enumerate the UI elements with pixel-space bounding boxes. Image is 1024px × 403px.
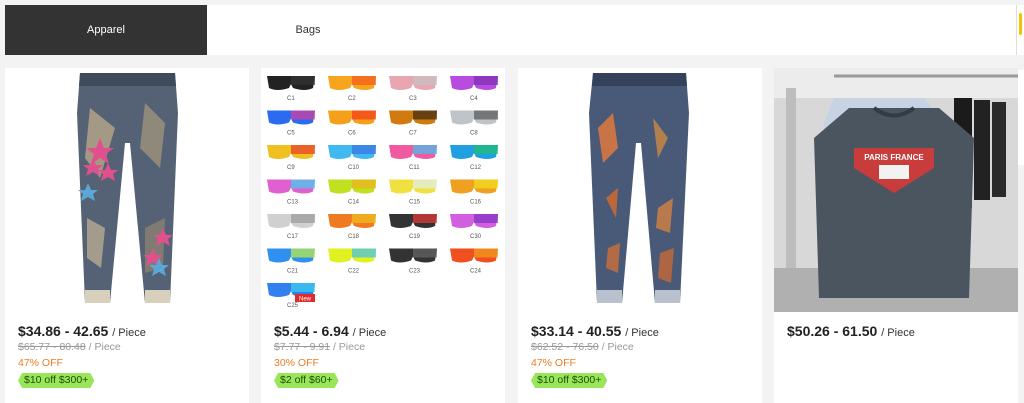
variant-label: C10 xyxy=(348,165,360,171)
variant-label: C14 xyxy=(348,200,360,206)
variant-label: C23 xyxy=(409,269,421,275)
product-card[interactable]: PARIS FRANCE $50.26 - 61.50 / Piece xyxy=(774,68,1018,403)
product-image[interactable]: C1 C2 C3 C4 C5 C6 C7 C8 C9 C10 C11 C12 C13 C14 C15 C16 C… xyxy=(261,68,505,312)
svg-text:New: New xyxy=(299,297,312,303)
product-image[interactable]: PARIS FRANCE xyxy=(774,68,1018,312)
product-image[interactable] xyxy=(5,68,249,312)
price-unit: / Piece xyxy=(112,327,146,339)
tab-bags-label: Bags xyxy=(295,24,321,36)
variant-label: C18 xyxy=(348,234,360,240)
variant-label: C8 xyxy=(470,131,478,137)
variant-label: C15 xyxy=(409,200,421,206)
variant-label: C11 xyxy=(409,165,420,171)
price-unit: / Piece xyxy=(352,327,387,339)
variant-label: C24 xyxy=(470,269,482,275)
category-tabs: Apparel Bags xyxy=(5,5,1024,55)
product-image[interactable] xyxy=(518,68,762,312)
original-price-range: $62.52 - 76.50 xyxy=(531,341,599,353)
original-price: $62.52 - 76.50 / Piece xyxy=(531,341,634,353)
original-price-range: $7.77 - 9.91 xyxy=(274,341,331,353)
variant-label: C16 xyxy=(470,200,482,206)
price-range: $33.14 - 40.55 xyxy=(531,323,622,339)
variant-label: C30 xyxy=(470,234,482,240)
discount-label: 47% OFF xyxy=(531,357,576,369)
product-price: $33.14 - 40.55 / Piece xyxy=(531,323,659,339)
tab-apparel[interactable]: Apparel xyxy=(5,5,207,55)
tab-apparel-label: Apparel xyxy=(87,24,125,36)
product-price: $5.44 - 6.94 / Piece xyxy=(274,323,386,339)
variant-label: C6 xyxy=(348,131,356,137)
original-price-unit: / Piece xyxy=(601,341,634,353)
print-text: PARIS FRANCE xyxy=(864,153,924,162)
coupon-badge[interactable]: $2 off $60+ xyxy=(274,373,339,388)
variant-label: C13 xyxy=(287,200,299,206)
discount-label: 30% OFF xyxy=(274,357,319,369)
price-range: $5.44 - 6.94 xyxy=(274,323,349,339)
variant-label: C2 xyxy=(348,96,356,102)
variant-label: C22 xyxy=(348,269,360,275)
side-panel-edge[interactable] xyxy=(1016,5,1024,55)
product-card[interactable]: C1 C2 C3 C4 C5 C6 C7 C8 C9 C10 C11 C12 C13 C14 C15 C16 C… xyxy=(261,68,505,403)
variant-label: C7 xyxy=(409,131,417,137)
variant-label: C21 xyxy=(287,269,299,275)
product-price: $50.26 - 61.50 / Piece xyxy=(787,323,915,339)
coupon-badge[interactable]: $10 off $300+ xyxy=(531,373,607,388)
price-unit: / Piece xyxy=(625,327,659,339)
variant-label: C5 xyxy=(287,131,295,137)
coupon-badge[interactable]: $10 off $300+ xyxy=(18,373,94,388)
variant-label: C19 xyxy=(409,234,421,240)
new-badge: New xyxy=(295,294,315,303)
price-range: $50.26 - 61.50 xyxy=(787,323,878,339)
tab-bags[interactable]: Bags xyxy=(207,5,409,55)
product-card[interactable]: $33.14 - 40.55 / Piece $62.52 - 76.50 / … xyxy=(518,68,762,403)
original-price-unit: / Piece xyxy=(332,341,366,353)
price-unit: / Piece xyxy=(881,327,915,339)
price-range: $34.86 - 42.65 xyxy=(18,323,109,339)
original-price: $65.77 - 80.48 / Piece xyxy=(18,341,121,353)
variant-label: C12 xyxy=(470,165,482,171)
sunglasses-variants-image: C1 C2 C3 C4 C5 C6 C7 C8 C9 C10 C11 C12 C13 C14 C15 C16 C… xyxy=(261,68,505,312)
variant-label: C1 xyxy=(287,96,295,102)
variant-label: C9 xyxy=(287,165,295,171)
original-price: $7.77 - 9.91 / Piece xyxy=(274,341,365,353)
product-price: $34.86 - 42.65 / Piece xyxy=(18,323,146,339)
variant-label: C4 xyxy=(470,96,478,102)
variant-label: C25 xyxy=(287,303,299,309)
variant-label: C3 xyxy=(409,96,417,102)
product-card[interactable]: $34.86 - 42.65 / Piece $65.77 - 80.48 / … xyxy=(5,68,249,403)
variant-label: C17 xyxy=(287,234,299,240)
original-price-range: $65.77 - 80.48 xyxy=(18,341,86,353)
original-price-unit: / Piece xyxy=(88,341,121,353)
discount-label: 47% OFF xyxy=(18,357,63,369)
